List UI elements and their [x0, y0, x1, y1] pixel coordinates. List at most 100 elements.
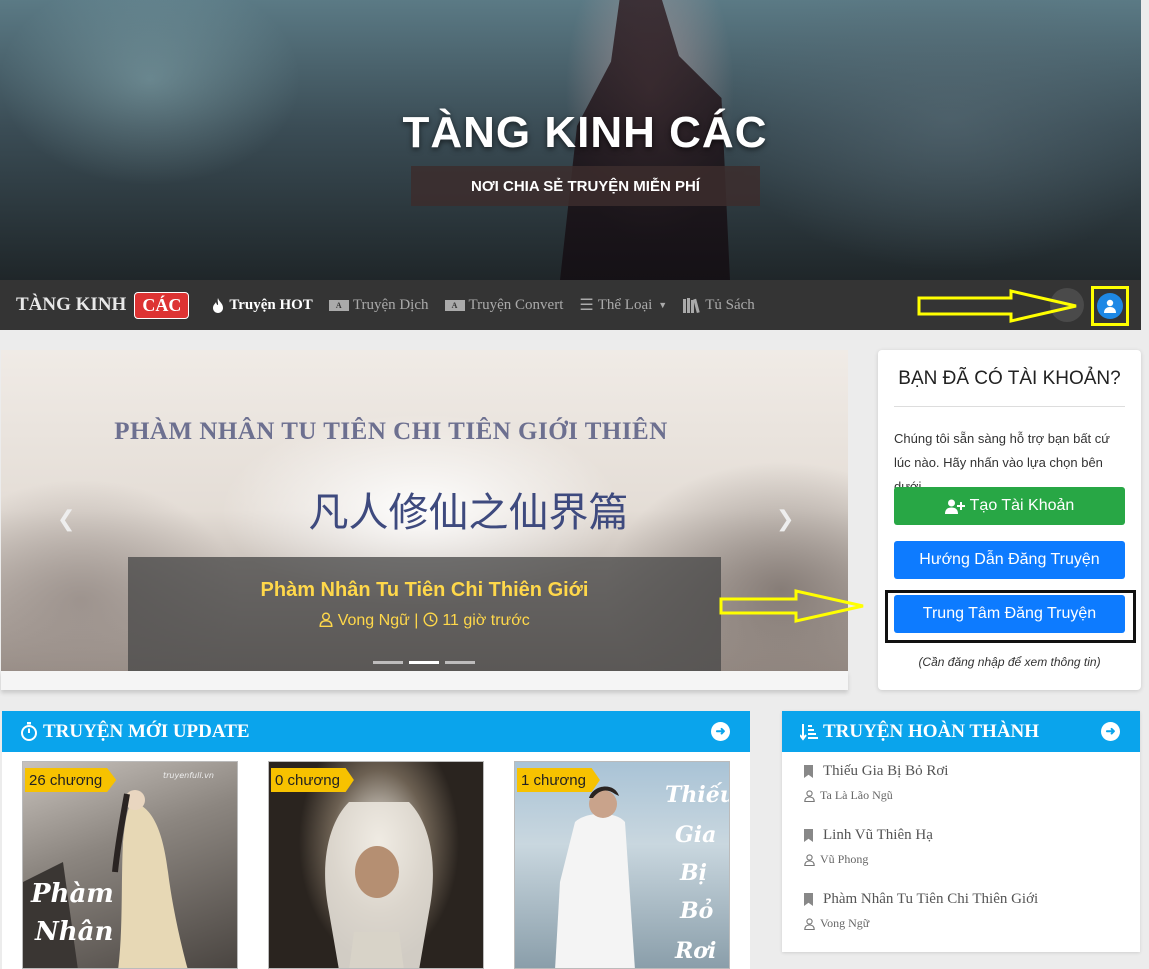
user-icon: [1104, 299, 1116, 313]
story-author: Ta Là Lão Ngũ: [804, 788, 948, 803]
cover-title-text: Bỏ: [679, 898, 713, 924]
stopwatch-icon: [21, 722, 37, 741]
carousel-indicator[interactable]: [373, 661, 403, 664]
book-cover-art: Thiếu Gia Bị Bỏ Rơi: [555, 782, 730, 968]
nav-item-tu-sach[interactable]: Tủ Sách: [683, 297, 755, 314]
login-required-note: (Cần đăng nhập để xem thông tin): [918, 655, 1101, 669]
carousel-caption[interactable]: Phàm Nhân Tu Tiên Chi Thiên Giới Vong Ng…: [128, 557, 721, 671]
story-title[interactable]: Linh Vũ Thiên Hạ: [804, 827, 933, 844]
completed-header: TRUYỆN HOÀN THÀNH ➜: [782, 711, 1140, 752]
new-updates-header: TRUYỆN MỚI UPDATE ➜: [2, 711, 750, 752]
caption-title[interactable]: Phàm Nhân Tu Tiên Chi Thiên Giới: [128, 579, 721, 602]
create-account-label: Tạo Tài Khoản: [969, 497, 1075, 514]
posting-guide-button[interactable]: Hướng Dẫn Đăng Truyện: [894, 541, 1125, 579]
banner-title-en: PHÀM NHÂN TU TIÊN CHI TIÊN GIỚI THIÊN: [114, 418, 668, 445]
annotation-arrow-user: [917, 289, 1077, 323]
chevron-down-icon: ▼: [658, 300, 668, 310]
book-cover-art: Phàm Nhân truyenfull.vn: [23, 771, 214, 968]
account-divider: [894, 406, 1125, 407]
cover-title-text: Gia: [675, 822, 716, 848]
list-item[interactable]: Thiếu Gia Bị Bỏ Rơi Ta Là Lão Ngũ: [804, 763, 948, 803]
book-cover-art: [325, 802, 433, 968]
annotation-highlight-box: [1091, 286, 1129, 326]
posting-guide-label: Hướng Dẫn Đăng Truyện: [919, 551, 1100, 568]
arrow-right-icon[interactable]: ➜: [711, 722, 730, 741]
list-item[interactable]: Linh Vũ Thiên Hạ Vũ Phong: [804, 827, 933, 867]
nav-label: Thể Loại: [597, 296, 653, 313]
bookmark-icon: [804, 765, 813, 778]
clock-icon: [423, 612, 438, 627]
user-outline-icon: [319, 612, 333, 627]
translate-icon: A: [328, 299, 349, 311]
nav-item-the-loai[interactable]: ☰ Thể Loại ▼: [579, 295, 667, 315]
watermark-text: truyenfull.vn: [163, 771, 214, 780]
story-author: Vong Ngữ: [804, 916, 1038, 931]
user-plus-icon: [944, 499, 965, 514]
user-outline-icon: [804, 789, 815, 802]
carousel-prev-icon[interactable]: ❮: [57, 507, 75, 532]
caption-time: 11 giờ trước: [442, 612, 530, 629]
account-title: BẠN ĐÃ CÓ TÀI KHOẢN?: [898, 368, 1121, 389]
hero-subtitle: NƠI CHIA SẺ TRUYỆN MIỄN PHÍ: [411, 166, 760, 206]
new-updates-section: TRUYỆN MỚI UPDATE ➜ Phàm Nhân truyenfull…: [2, 711, 750, 969]
user-outline-icon: [804, 917, 815, 930]
cover-title-text: Bị: [679, 860, 707, 886]
posting-center-button[interactable]: Trung Tâm Đăng Truyện: [894, 595, 1125, 633]
completed-section: TRUYỆN HOÀN THÀNH ➜ Thiếu Gia Bị Bỏ Rơi …: [782, 711, 1140, 952]
account-card: BẠN ĐÃ CÓ TÀI KHOẢN? Chúng tôi sẵn sàng …: [878, 350, 1141, 690]
nav-item-truyen-hot[interactable]: Truyện HOT: [211, 296, 313, 314]
caption-separator: |: [414, 612, 419, 629]
story-title[interactable]: Thiếu Gia Bị Bỏ Rơi: [804, 763, 948, 780]
banner-title-cn: 凡人修仙之仙界篇: [308, 490, 629, 536]
story-author-text: Vũ Phong: [820, 852, 869, 866]
user-account-button[interactable]: [1097, 293, 1123, 319]
carousel-indicator-active[interactable]: [409, 661, 439, 664]
chapter-count-ribbon: 0 chương: [271, 768, 354, 792]
nav-label: Truyện HOT: [229, 296, 313, 313]
cover-title-text: Thiếu: [665, 782, 730, 808]
story-title-text: Linh Vũ Thiên Hạ: [823, 827, 933, 843]
annotation-arrow-center: [719, 589, 864, 623]
list-icon: ☰: [579, 297, 594, 314]
nav-item-truyen-convert[interactable]: A Truyện Convert: [444, 296, 564, 314]
user-outline-icon: [804, 853, 815, 866]
story-title[interactable]: Phàm Nhân Tu Tiên Chi Thiên Giới: [804, 891, 1038, 908]
brand-name[interactable]: TÀNG KINH: [16, 294, 126, 316]
book-card[interactable]: Phàm Nhân truyenfull.vn 26 chương: [22, 761, 238, 969]
story-title-text: Thiếu Gia Bị Bỏ Rơi: [823, 763, 949, 779]
cover-title-text: Phàm: [30, 879, 114, 909]
chapter-count-ribbon: 26 chương: [25, 768, 117, 792]
nav-label: Truyện Dịch: [352, 296, 429, 313]
posting-center-label: Trung Tâm Đăng Truyện: [922, 605, 1097, 622]
story-author: Vũ Phong: [804, 852, 933, 867]
new-updates-title[interactable]: TRUYỆN MỚI UPDATE: [43, 721, 250, 743]
fire-icon: [213, 297, 224, 313]
chapter-count-ribbon: 1 chương: [517, 768, 600, 792]
create-account-button[interactable]: Tạo Tài Khoản: [894, 487, 1125, 525]
sort-amount-icon: [800, 723, 818, 741]
cover-title-text: Nhân: [34, 917, 113, 947]
arrow-right-icon[interactable]: ➜: [1101, 722, 1120, 741]
book-card[interactable]: Thiếu Gia Bị Bỏ Rơi 1 chương: [514, 761, 730, 969]
story-author-text: Ta Là Lão Ngũ: [820, 788, 893, 802]
carousel-footer: [1, 671, 848, 690]
bookshelf-icon: [683, 297, 700, 313]
convert-icon: A: [444, 299, 465, 311]
hero-banner: TÀNG KINH CÁC NƠI CHIA SẺ TRUYỆN MIỄN PH…: [0, 0, 1141, 280]
bookmark-icon: [804, 893, 813, 906]
bookmark-icon: [804, 829, 813, 842]
caption-meta: Vong Ngữ | 11 giờ trước: [128, 612, 721, 630]
caption-author: Vong Ngữ: [337, 612, 410, 629]
nav-item-truyen-dich[interactable]: A Truyện Dịch: [328, 296, 429, 314]
brand-badge[interactable]: CÁC: [134, 291, 190, 319]
story-title-text: Phàm Nhân Tu Tiên Chi Thiên Giới: [823, 891, 1039, 907]
list-item[interactable]: Phàm Nhân Tu Tiên Chi Thiên Giới Vong Ng…: [804, 891, 1038, 931]
carousel-next-icon[interactable]: ❯: [776, 507, 794, 532]
completed-title[interactable]: TRUYỆN HOÀN THÀNH: [823, 721, 1039, 743]
carousel-indicator[interactable]: [445, 661, 475, 664]
cover-title-text: Rơi: [674, 938, 716, 964]
book-card[interactable]: 0 chương: [268, 761, 484, 969]
story-author-text: Vong Ngữ: [820, 916, 870, 930]
nav-label: Truyện Convert: [468, 296, 564, 313]
nav-label: Tủ Sách: [705, 296, 755, 313]
